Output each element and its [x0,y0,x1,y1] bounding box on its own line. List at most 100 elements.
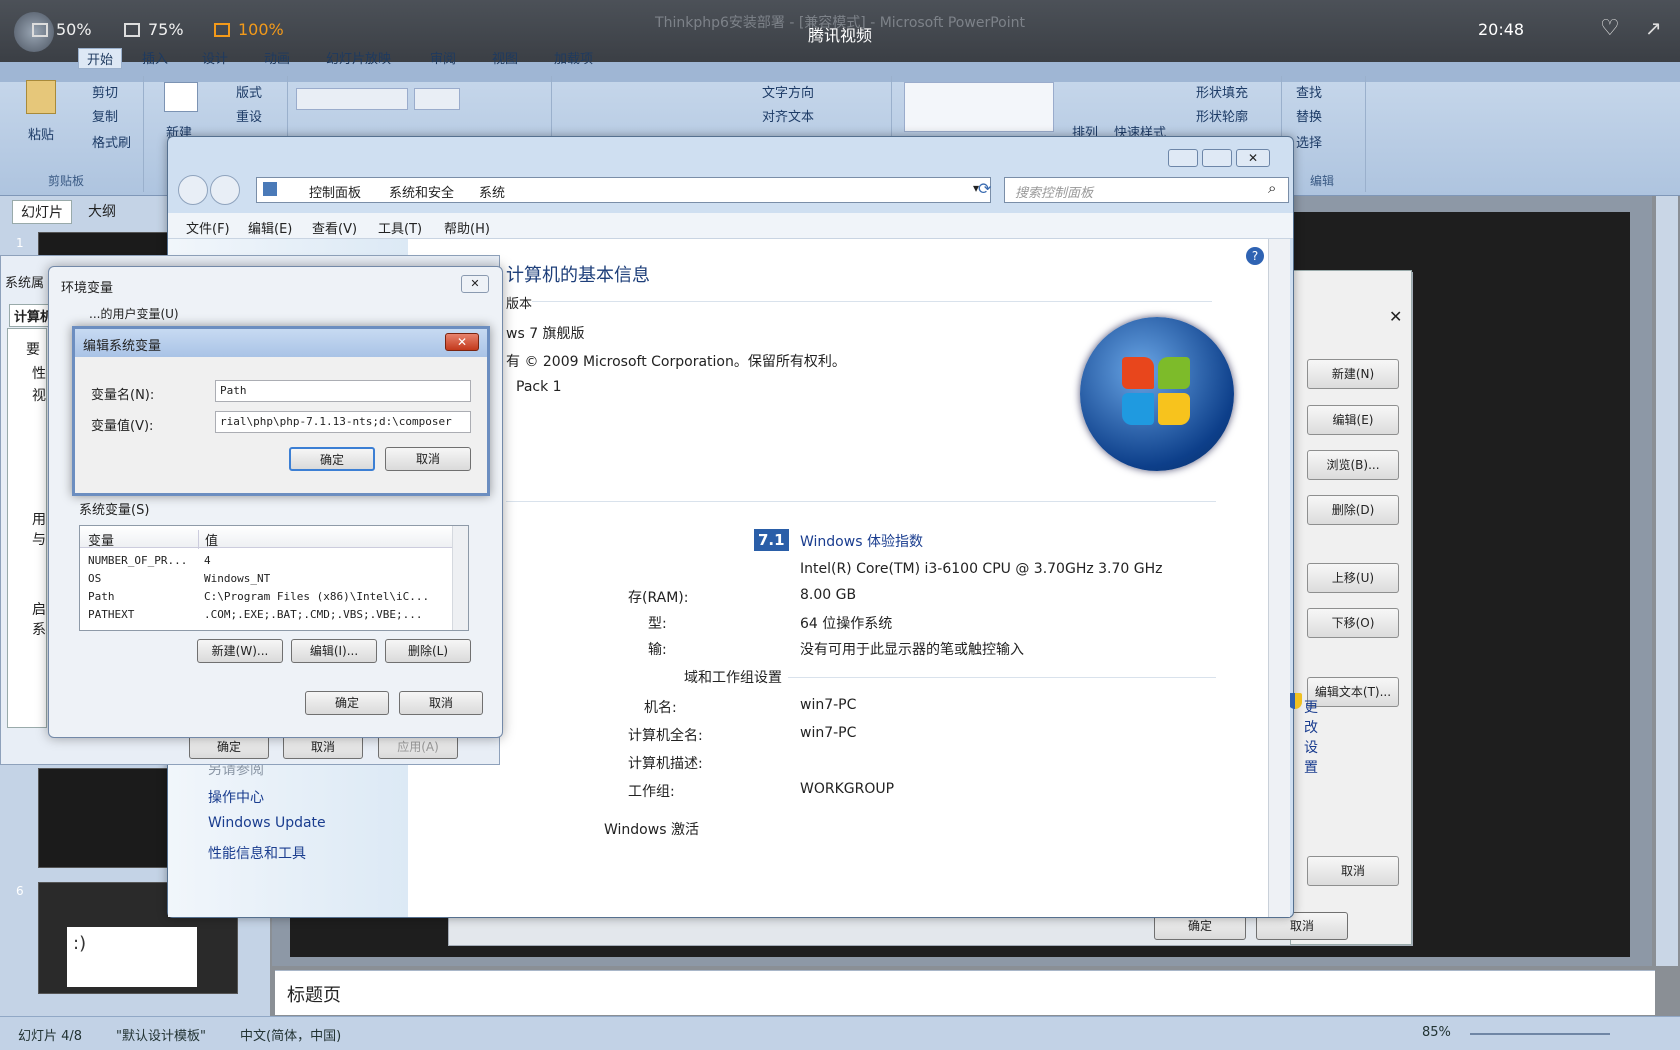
select-button[interactable]: 选择 [1296,132,1322,151]
new-button[interactable]: 新建(N) [1307,359,1399,389]
menu-tools[interactable]: 工具(T) [378,218,422,237]
nav-link-windows-update[interactable]: Windows Update [208,815,326,831]
scrollbar[interactable] [452,526,468,630]
system-vars-table[interactable]: 变量 值 NUMBER_OF_PR... 4 OS Windows_NT Pat… [79,525,469,631]
paste-icon [26,80,56,114]
edit-button[interactable]: 编辑(E) [1307,405,1399,435]
format-painter-button[interactable]: 格式刷 [92,132,131,151]
var-value: Windows_NT [204,572,271,585]
table-row[interactable]: OS Windows_NT [80,570,452,588]
slide-scrollbar[interactable] [1656,196,1678,966]
shape-fill-button[interactable]: 形状填充 [1196,82,1248,101]
paste-button[interactable]: 粘贴 [28,124,54,143]
close-button[interactable]: ✕ [1236,149,1270,167]
breadcrumb-item[interactable]: 系统 [479,182,505,201]
align-text-button[interactable]: 对齐文本 [762,106,814,125]
nav-link-action-center[interactable]: 操作中心 [208,787,264,807]
zoom-slider[interactable] [1470,1033,1610,1035]
maximize-button[interactable] [1202,149,1232,167]
font-size-dropdown[interactable] [414,88,460,110]
minimize-button[interactable] [1168,149,1198,167]
table-row[interactable]: Path C:\Program Files (x86)\Intel\iC... [80,588,452,606]
tab-outline[interactable]: 大纲 [80,200,124,222]
table-row[interactable]: NUMBER_OF_PR... 4 [80,552,452,570]
wei-link[interactable]: Windows 体验指数 [800,531,923,551]
cancel-button[interactable]: 取消 [385,447,471,471]
apply-button[interactable]: 应用(A) [378,735,458,759]
ok-button[interactable]: 确定 [305,691,389,715]
edit-text-button[interactable]: 编辑文本(T)... [1307,677,1399,707]
tab-addins[interactable]: 加载项 [554,48,593,67]
breadcrumb-item[interactable]: 控制面板 [309,182,361,201]
cancel-button[interactable]: 取消 [283,735,363,759]
table-row[interactable]: PATHEXT .COM;.EXE;.BAT;.CMD;.VBS;.VBE;..… [80,606,452,624]
delete-button[interactable]: 删除(D) [1307,495,1399,525]
close-icon[interactable]: ✕ [1389,307,1402,326]
copy-button[interactable]: 复制 [92,106,118,125]
layout-button[interactable]: 版式 [236,82,262,101]
ram-value: 8.00 GB [800,587,857,603]
close-button[interactable]: ✕ [461,275,489,293]
find-button[interactable]: 查找 [1296,82,1322,101]
tab-review[interactable]: 审阅 [430,48,456,67]
user-vars-label: ...的用户变量(U) [89,307,179,321]
back-button[interactable] [178,175,208,205]
shapes-gallery[interactable] [904,82,1054,132]
edit-button[interactable]: 编辑(I)... [291,639,377,663]
cut-button[interactable]: 剪切 [92,82,118,101]
sysprop-text: 用 [32,512,46,528]
tab-design[interactable]: 设计 [202,48,228,67]
tab-animation[interactable]: 动画 [264,48,290,67]
dialog-title: 系统属 [5,276,45,291]
font-name-dropdown[interactable] [296,88,408,110]
reset-button[interactable]: 重设 [236,106,262,125]
refresh-icon[interactable]: ⟳ [978,179,991,198]
change-settings-link[interactable]: 更改设置 [1304,697,1318,777]
variable-name-field[interactable]: Path [215,380,471,402]
system-info-panel: ? 计算机的基本信息 版本 ws 7 旗舰版 有 © 2009 Microsof… [408,239,1318,917]
column-header[interactable]: 变量 [88,530,114,549]
replace-button[interactable]: 替换 [1296,106,1322,125]
logo-flag-green [1158,357,1190,389]
tab-home[interactable]: 开始 [78,48,123,69]
menu-help[interactable]: 帮助(H) [444,218,490,237]
pen-value: 没有可用于此显示器的笔或触控输入 [800,642,1024,658]
ok-button[interactable]: 确定 [189,735,269,759]
scrollbar[interactable] [1268,239,1290,917]
ok-button[interactable]: 确定 [289,447,375,471]
column-header[interactable]: 值 [198,530,218,549]
menu-view[interactable]: 查看(V) [312,218,357,237]
tab-view[interactable]: 视图 [492,48,518,67]
wei-score-badge: 7.1 [754,529,789,551]
search-input[interactable]: 搜索控制面板 [1004,177,1289,203]
tab-slides[interactable]: 幻灯片 [12,200,72,224]
forward-button[interactable] [210,175,240,205]
tab-insert[interactable]: 插入 [142,48,168,67]
address-bar[interactable]: 控制面板 系统和安全 系统 ▾ [256,177,991,203]
share-icon[interactable]: ↗ [1645,16,1662,40]
menu-edit[interactable]: 编辑(E) [248,218,292,237]
cancel-button[interactable]: 取消 [399,691,483,715]
text-direction-button[interactable]: 文字方向 [762,82,814,101]
nav-link-performance[interactable]: 性能信息和工具 [208,843,306,863]
new-button[interactable]: 新建(W)... [197,639,283,663]
help-icon[interactable]: ? [1246,247,1264,265]
divider [788,677,1216,678]
breadcrumb-item[interactable]: 系统和安全 [389,182,454,201]
close-button[interactable]: ✕ [445,333,479,351]
cancel-button[interactable]: 取消 [1307,856,1399,886]
move-down-button[interactable]: 下移(O) [1307,608,1399,638]
menu-bar: 文件(F) 编辑(E) 查看(V) 工具(T) 帮助(H) [168,213,1293,239]
tab-slideshow[interactable]: 幻灯片放映 [326,48,391,67]
variable-value-field[interactable]: rial\php\php-7.1.13-nts;d:\composer [215,411,471,433]
menu-file[interactable]: 文件(F) [186,218,230,237]
delete-button[interactable]: 删除(L) [385,639,471,663]
search-icon[interactable]: ⌕ [1268,179,1276,197]
notes-pane[interactable]: 标题页 [275,970,1655,1015]
browse-button[interactable]: 浏览(B)... [1307,450,1399,480]
system-vars-label: 系统变量(S) [79,503,150,518]
var-name: OS [88,572,102,585]
favorite-icon[interactable]: ♡ [1600,16,1620,41]
move-up-button[interactable]: 上移(U) [1307,563,1399,593]
shape-outline-button[interactable]: 形状轮廓 [1196,106,1248,125]
